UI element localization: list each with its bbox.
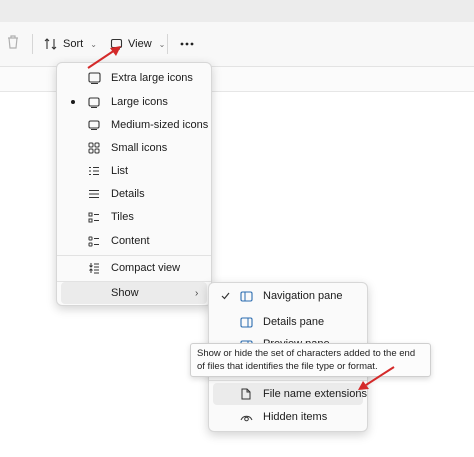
arrow-to-file-extensions-icon — [358, 366, 395, 390]
annotation-arrows — [87, 46, 395, 390]
arrow-to-view-icon — [87, 46, 121, 69]
